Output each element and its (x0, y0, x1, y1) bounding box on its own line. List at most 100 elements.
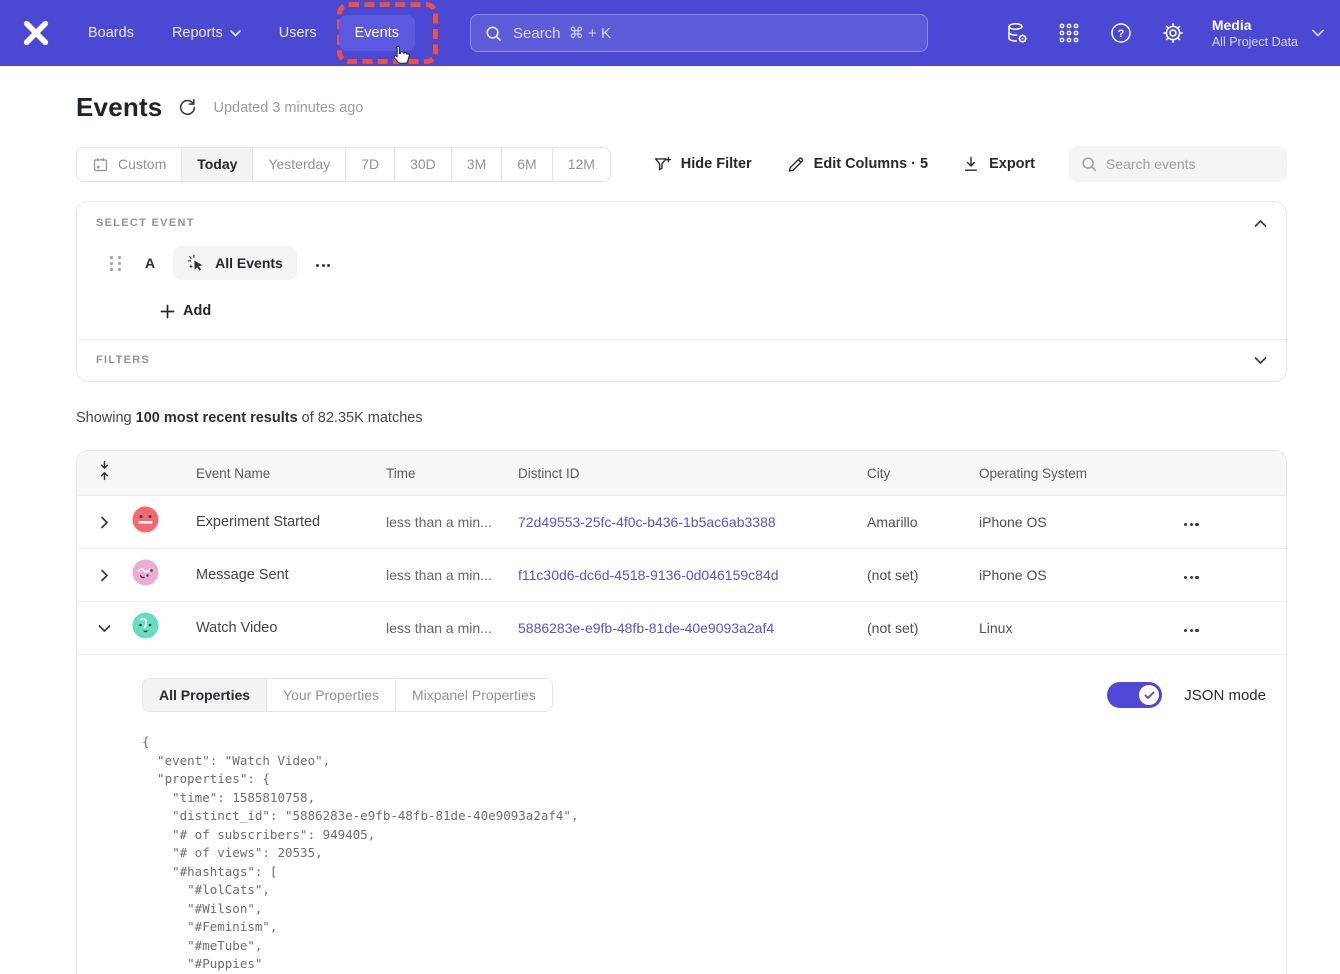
global-search-input[interactable] (513, 25, 913, 42)
nav-item-label: Boards (88, 25, 134, 41)
export-button[interactable]: Export (962, 155, 1035, 173)
drag-handle-icon[interactable] (110, 256, 124, 271)
cursor-hand-icon (388, 44, 410, 73)
tab-all-properties[interactable]: All Properties (143, 679, 267, 711)
json-mode-label: JSON mode (1184, 687, 1266, 704)
clause-more-button[interactable] (316, 254, 331, 272)
tab-your-properties[interactable]: Your Properties (267, 679, 396, 711)
help-icon: ? (1109, 21, 1133, 45)
os-cell: iPhone OS (966, 567, 1146, 583)
collapse-section-button[interactable] (1254, 215, 1267, 233)
expand-section-button[interactable] (1254, 352, 1267, 370)
global-search[interactable] (470, 14, 928, 52)
wizard-cursor-icon (187, 254, 206, 273)
event-json-viewer[interactable]: { "event": "Watch Video", "properties": … (142, 733, 1266, 974)
avatar (131, 505, 181, 539)
expand-row-button[interactable] (100, 569, 109, 582)
mixpanel-logo-icon (21, 18, 51, 48)
event-name-cell: Message Sent (181, 567, 376, 583)
collapse-row-button[interactable] (98, 624, 111, 633)
chevron-right-icon (100, 569, 109, 582)
project-switcher[interactable]: Media All Project Data (1212, 16, 1324, 50)
table-row[interactable]: Message Sent less than a min... f11c30d6… (77, 549, 1286, 602)
range-label: Yesterday (268, 156, 330, 172)
column-header-distinct-id: Distinct ID (506, 466, 856, 481)
event-name-cell: Experiment Started (181, 514, 376, 530)
filters-label: FILTERS (96, 354, 1267, 366)
help-button[interactable]: ? (1102, 14, 1140, 52)
range-label: 3M (467, 156, 486, 172)
column-header-time: Time (376, 466, 506, 481)
mixpanel-logo[interactable] (0, 18, 72, 48)
collapse-rows-icon (97, 460, 112, 481)
summary-suffix: of 82.35K matches (298, 410, 423, 426)
add-event-button[interactable]: Add (160, 303, 211, 319)
avatar (131, 558, 181, 592)
event-detail-panel: All Properties Your Properties Mixpanel … (77, 655, 1286, 974)
summary-count: 100 most recent results (136, 410, 298, 426)
chevron-down-icon (1254, 356, 1267, 365)
project-scope: All Project Data (1212, 34, 1298, 50)
select-event-label: SELECT EVENT (96, 217, 1267, 229)
expand-row-button[interactable] (100, 516, 109, 529)
column-header-event-name: Event Name (181, 466, 376, 481)
nav-item-users[interactable]: Users (263, 15, 333, 51)
edit-pencil-icon (786, 155, 805, 174)
more-icon (1184, 576, 1199, 579)
filters-section[interactable]: FILTERS (77, 340, 1286, 381)
range-7d[interactable]: 7D (346, 148, 395, 181)
chevron-down-icon (98, 624, 111, 633)
settings-button[interactable] (1154, 14, 1192, 52)
distinct-id-link[interactable]: f11c30d6-dc6d-4518-9136-0d046159c84d (506, 567, 856, 583)
json-mode-toggle[interactable] (1107, 682, 1162, 708)
project-name: Media (1212, 16, 1298, 34)
edit-columns-label: Edit Columns · 5 (814, 156, 928, 172)
range-label: Custom (118, 156, 166, 172)
row-more-button[interactable] (1146, 619, 1286, 637)
hide-filter-button[interactable]: Hide Filter (653, 155, 752, 174)
clause-letter: A (145, 255, 155, 271)
range-custom[interactable]: Custom (77, 148, 182, 181)
range-6m[interactable]: 6M (502, 148, 552, 181)
data-management-button[interactable] (998, 14, 1036, 52)
table-row[interactable]: Experiment Started less than a min... 72… (77, 496, 1286, 549)
range-label: Today (197, 156, 237, 172)
search-icon (1081, 156, 1097, 172)
range-yesterday[interactable]: Yesterday (253, 148, 346, 181)
distinct-id-link[interactable]: 5886283e-e9fb-48fb-81de-40e9093a2af4 (506, 620, 856, 636)
city-cell: (not set) (856, 567, 966, 583)
collapse-all-rows-button[interactable] (97, 460, 112, 486)
event-selector-chip[interactable]: All Events (173, 246, 297, 280)
events-search[interactable] (1069, 146, 1287, 182)
nav-item-label: Users (279, 25, 317, 41)
calendar-icon (92, 156, 109, 173)
edit-columns-button[interactable]: Edit Columns · 5 (786, 155, 928, 174)
chevron-up-icon (1254, 219, 1267, 228)
select-event-section: SELECT EVENT A (77, 202, 1286, 339)
toolbar: Custom Today Yesterday 7D 30D 3M 6M 12M … (76, 146, 1287, 182)
time-cell: less than a min... (376, 514, 506, 530)
nav-item-label: Reports (172, 25, 223, 41)
export-download-icon (962, 155, 980, 173)
range-12m[interactable]: 12M (553, 148, 610, 181)
refresh-icon[interactable] (178, 98, 197, 117)
summary-prefix: Showing (76, 410, 136, 426)
os-cell: Linux (966, 620, 1146, 636)
range-3m[interactable]: 3M (452, 148, 502, 181)
tab-mixpanel-properties[interactable]: Mixpanel Properties (396, 679, 552, 711)
row-more-button[interactable] (1146, 513, 1286, 531)
range-30d[interactable]: 30D (395, 148, 452, 181)
nav-item-boards[interactable]: Boards (72, 15, 150, 51)
export-label: Export (989, 156, 1035, 172)
table-row-expanded[interactable]: Watch Video less than a min... 5886283e-… (77, 602, 1286, 655)
json-mode-control: JSON mode (1107, 682, 1266, 708)
nav-item-reports[interactable]: Reports (156, 15, 257, 51)
apps-grid-button[interactable] (1050, 14, 1088, 52)
column-header-city: City (856, 466, 966, 481)
events-search-input[interactable] (1106, 156, 1275, 172)
page-title: Events (76, 92, 162, 123)
range-today[interactable]: Today (182, 148, 253, 181)
toolbar-actions: Hide Filter Edit Columns · 5 Export (653, 146, 1287, 182)
distinct-id-link[interactable]: 72d49553-25fc-4f0c-b436-1b5ac6ab3388 (506, 514, 856, 530)
row-more-button[interactable] (1146, 566, 1286, 584)
